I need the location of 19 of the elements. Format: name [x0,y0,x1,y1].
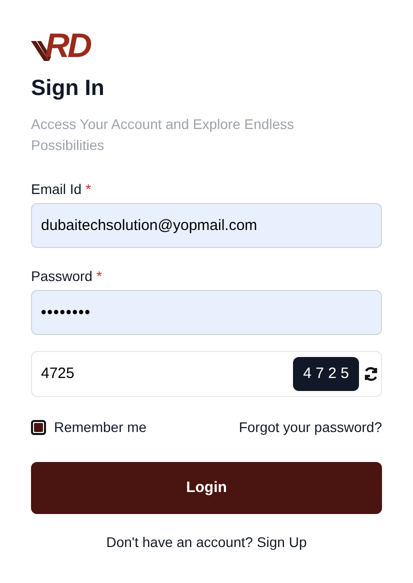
required-mark: * [96,267,102,286]
checkbox[interactable] [31,420,46,435]
remember-label: Remember me [54,418,147,437]
captcha-input[interactable]: 4725 [41,362,294,386]
subtitle: Access Your Account and Explore Endless Possibilities [31,115,296,155]
required-mark: * [86,180,92,199]
captcha-field[interactable]: 4725 4 7 2 5 [31,351,382,397]
captcha-code: 4 7 2 5 [293,357,359,391]
refresh-icon[interactable] [363,366,379,382]
logo: RD [45,29,90,63]
field-label: Email Id [31,180,82,199]
signup-prompt: Don't have an account? [106,533,253,552]
field-label: Password [31,267,92,286]
password-field[interactable]: •••••••• [31,290,382,335]
login-button[interactable]: Login [31,462,382,514]
forgot-password-link[interactable]: Forgot your password? [238,417,382,438]
page-title: Sign In [31,74,106,102]
signup-link[interactable]: Sign Up [256,532,307,553]
email-field[interactable]: dubaitechsolution@yopmail.com [31,203,382,248]
